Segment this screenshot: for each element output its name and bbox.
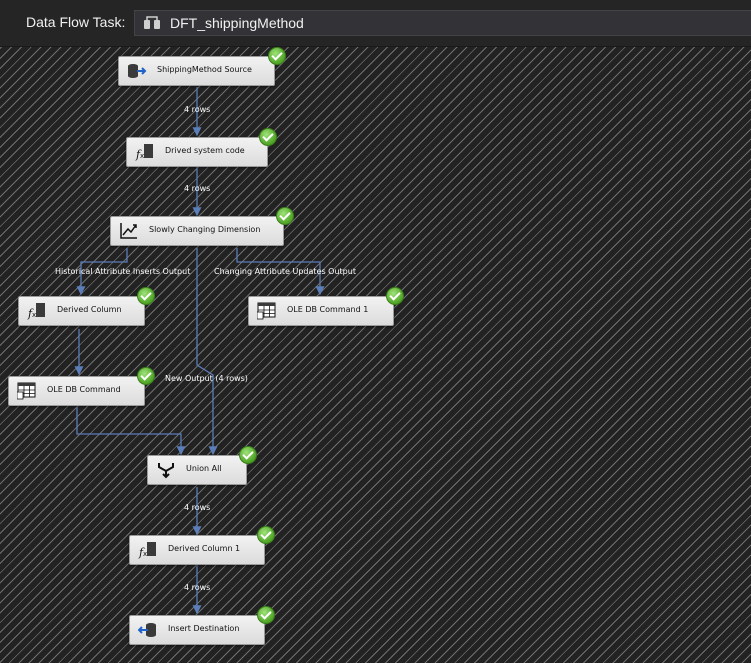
component-label: OLE DB Command <box>47 385 121 394</box>
svg-text:x: x <box>143 550 147 558</box>
success-check-icon <box>268 47 286 65</box>
derived-column-icon: f x <box>27 303 45 320</box>
data-flow-paths <box>74 87 325 615</box>
success-check-icon <box>276 207 294 225</box>
component-shippingmethod-source[interactable]: ShippingMethod Source <box>118 47 286 86</box>
svg-text:x: x <box>32 311 36 319</box>
component-ole-db-command-1[interactable]: OLE DB Command 1 <box>248 287 404 326</box>
ole-db-destination-icon <box>138 623 156 637</box>
ole-db-command-icon <box>257 302 276 320</box>
success-check-icon <box>386 287 404 305</box>
component-label: Derived Column 1 <box>168 544 241 553</box>
success-check-icon <box>137 367 155 385</box>
component-label: Derived Column <box>57 305 122 314</box>
path-label: Changing Attribute Updates Output <box>214 267 356 276</box>
component-slowly-changing-dimension[interactable]: Slowly Changing Dimension <box>110 207 294 246</box>
component-label: Union All <box>186 464 222 473</box>
success-check-icon <box>239 446 257 464</box>
success-check-icon <box>137 287 155 305</box>
path-label: 4 rows <box>184 184 211 193</box>
svg-text:x: x <box>140 152 144 160</box>
success-check-icon <box>259 128 277 146</box>
component-union-all[interactable]: Union All <box>147 446 257 485</box>
component-label: Drived system code <box>165 146 245 155</box>
path-label: 4 rows <box>184 583 211 592</box>
component-label: OLE DB Command 1 <box>287 305 369 314</box>
slowly-changing-dimension-icon <box>120 223 137 239</box>
data-flow-task-label: Data Flow Task: <box>26 14 126 30</box>
derived-column-icon: f x <box>138 542 156 559</box>
success-check-icon <box>257 526 275 544</box>
union-all-icon <box>158 463 174 479</box>
data-flow-design-surface[interactable]: 4 rows 4 rows Historical Attribute Inser… <box>0 47 751 663</box>
component-label: ShippingMethod Source <box>157 65 252 74</box>
component-label: Insert Destination <box>168 624 240 633</box>
component-drived-system-code[interactable]: f x Drived system code <box>126 128 277 167</box>
path-ole-db-command-to-union-all[interactable] <box>76 407 186 456</box>
component-derived-column[interactable]: f x Derived Column <box>18 287 155 326</box>
path-scd-new-output[interactable] <box>196 248 218 456</box>
path-label: 4 rows <box>184 503 211 512</box>
path-label: New Output (4 rows) <box>165 374 248 383</box>
component-derived-column-1[interactable]: f x Derived Column 1 <box>129 526 275 565</box>
ole-db-source-icon <box>128 64 147 78</box>
path-label: Historical Attribute Inserts Output <box>55 267 191 276</box>
data-flow-icon <box>144 16 160 29</box>
success-check-icon <box>257 606 275 624</box>
data-flow-task-dropdown[interactable]: DFT_shippingMethod <box>134 10 751 36</box>
component-insert-destination[interactable]: Insert Destination <box>129 606 275 645</box>
component-ole-db-command[interactable]: OLE DB Command <box>8 367 155 406</box>
data-flow-toolbar: Data Flow Task: DFT_shippingMethod <box>0 0 751 47</box>
path-label: 4 rows <box>184 105 211 114</box>
component-label: Slowly Changing Dimension <box>149 225 261 234</box>
selected-task-name: DFT_shippingMethod <box>170 15 304 31</box>
derived-column-icon: f x <box>135 144 153 161</box>
ole-db-command-icon <box>17 382 36 400</box>
